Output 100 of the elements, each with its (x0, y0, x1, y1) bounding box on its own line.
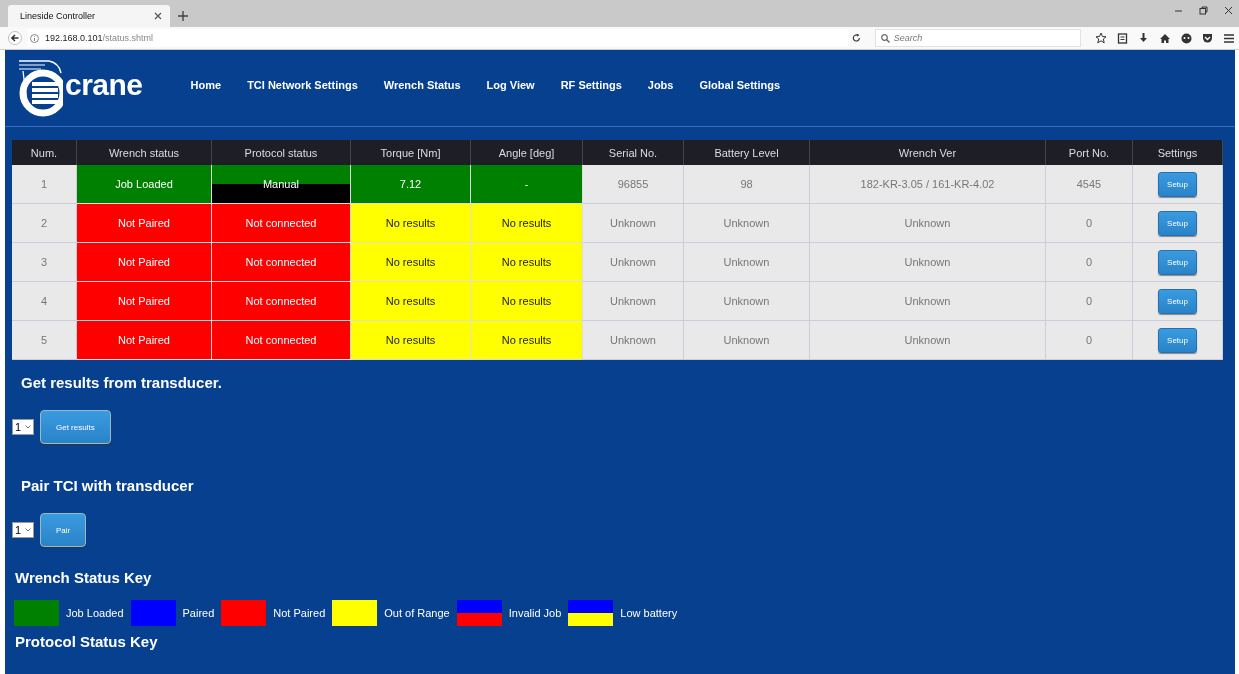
search-icon (880, 33, 890, 43)
star-icon[interactable] (1095, 32, 1107, 44)
status-text: - (523, 177, 530, 192)
reload-icon[interactable] (851, 33, 861, 43)
nav-link[interactable]: Log View (486, 79, 535, 91)
column-header: Torque [Nm] (351, 140, 471, 165)
column-header: Num. (12, 140, 77, 165)
url-text[interactable]: 192.168.0.101/status.shtml (44, 33, 153, 43)
table-cell: 5 (12, 321, 77, 360)
column-header: Wrench status (77, 140, 212, 165)
status-text: Not connected (244, 333, 318, 348)
back-icon[interactable] (8, 30, 22, 46)
table-cell: Unknown (810, 282, 1046, 321)
info-icon[interactable] (29, 33, 39, 43)
nav-link[interactable]: Home (190, 79, 222, 91)
table-cell: 0 (1046, 243, 1133, 282)
table-cell: Unknown (684, 321, 810, 360)
table-cell: 96855 (583, 165, 684, 204)
status-text: 7.12 (398, 177, 423, 192)
column-header: Wrench Ver (810, 140, 1046, 165)
section-heading: Wrench Status Key (15, 569, 153, 586)
table-cell: Unknown (583, 204, 684, 243)
key-label: Not Paired (273, 607, 326, 619)
table-cell: 2 (12, 204, 77, 243)
chevron-icon (25, 528, 31, 532)
action-button[interactable]: Get results (40, 410, 111, 444)
nav-link[interactable]: Wrench Status (383, 79, 461, 91)
table-cell: Unknown (583, 243, 684, 282)
table-cell: Unknown (810, 243, 1046, 282)
status-text: No results (500, 255, 553, 270)
table-cell: 98 (684, 165, 810, 204)
column-header: Battery Level (684, 140, 810, 165)
browser-tab[interactable]: Lineside Controller (8, 5, 170, 27)
table-cell: 0 (1046, 321, 1133, 360)
column-header: Protocol status (212, 140, 351, 165)
close-icon[interactable] (154, 12, 162, 20)
setup-button[interactable]: Setup (1158, 327, 1197, 353)
clipboard-icon[interactable] (1117, 32, 1128, 44)
nav-link[interactable]: Jobs (647, 79, 674, 91)
status-text: No results (500, 216, 553, 231)
plus-icon[interactable] (178, 11, 188, 21)
status-text: No results (500, 294, 553, 309)
key-label: Invalid Job (508, 607, 562, 619)
nav-link[interactable]: TCI Network Settings (247, 79, 358, 91)
table-cell: 0 (1046, 204, 1133, 243)
table-cell: 4545 (1046, 165, 1133, 204)
status-text: Manual (261, 177, 301, 192)
status-text: No results (500, 333, 553, 348)
download-icon[interactable] (1138, 32, 1149, 44)
action-button[interactable]: Pair (40, 513, 87, 547)
column-header: Serial No. (583, 140, 684, 165)
setup-button[interactable]: Setup (1158, 210, 1197, 236)
column-header: Settings (1133, 140, 1223, 165)
table-cell: 4 (12, 282, 77, 321)
table-cell: Unknown (684, 204, 810, 243)
pocket-icon[interactable] (1202, 33, 1213, 43)
status-text: No results (384, 333, 437, 348)
number-select[interactable]: 1 (12, 419, 34, 435)
close-icon[interactable] (1224, 6, 1233, 15)
status-text: No results (384, 294, 437, 309)
status-text: Not connected (244, 255, 318, 270)
status-text: Job Loaded (114, 177, 174, 192)
column-header: Port No. (1046, 140, 1133, 165)
table-cell: 1 (12, 165, 77, 204)
table-cell: 182-KR-3.05 / 161-KR-4.02 (810, 165, 1046, 204)
table-cell: Unknown (810, 321, 1046, 360)
logo-text: crane (65, 68, 143, 102)
status-text: No results (384, 216, 437, 231)
key-label: Paired (182, 607, 215, 619)
section-heading: Protocol Status Key (15, 633, 159, 650)
menu-icon[interactable] (1223, 32, 1235, 44)
setup-button[interactable]: Setup (1158, 249, 1197, 275)
setup-button[interactable]: Setup (1158, 288, 1197, 314)
restore-icon[interactable] (1199, 6, 1208, 15)
table-cell: Unknown (583, 321, 684, 360)
key-label: Job Loaded (66, 607, 124, 619)
table-cell: 0 (1046, 282, 1133, 321)
table-cell: Unknown (684, 282, 810, 321)
column-header: Angle [deg] (471, 140, 583, 165)
status-text: Not Paired (117, 255, 171, 270)
chat-icon[interactable] (1181, 32, 1192, 44)
table-cell: Unknown (583, 282, 684, 321)
search-field[interactable]: Search (874, 29, 1081, 47)
nav-link[interactable]: Global Settings (699, 79, 781, 91)
status-text: Not connected (244, 216, 318, 231)
status-text: Not connected (244, 294, 318, 309)
status-text: Not Paired (117, 333, 171, 348)
table-cell: Unknown (810, 204, 1046, 243)
table-cell: Unknown (684, 243, 810, 282)
status-text: No results (384, 255, 437, 270)
setup-button[interactable]: Setup (1158, 171, 1197, 197)
key-label: Out of Range (384, 607, 450, 619)
number-select[interactable]: 1 (12, 522, 34, 538)
status-text: Not Paired (117, 294, 171, 309)
nav-link[interactable]: RF Settings (560, 79, 622, 91)
home-icon[interactable] (1159, 32, 1171, 44)
table-cell: 3 (12, 243, 77, 282)
key-label: Low battery (620, 607, 678, 619)
chevron-icon (25, 425, 31, 429)
status-text: Not Paired (117, 216, 171, 231)
